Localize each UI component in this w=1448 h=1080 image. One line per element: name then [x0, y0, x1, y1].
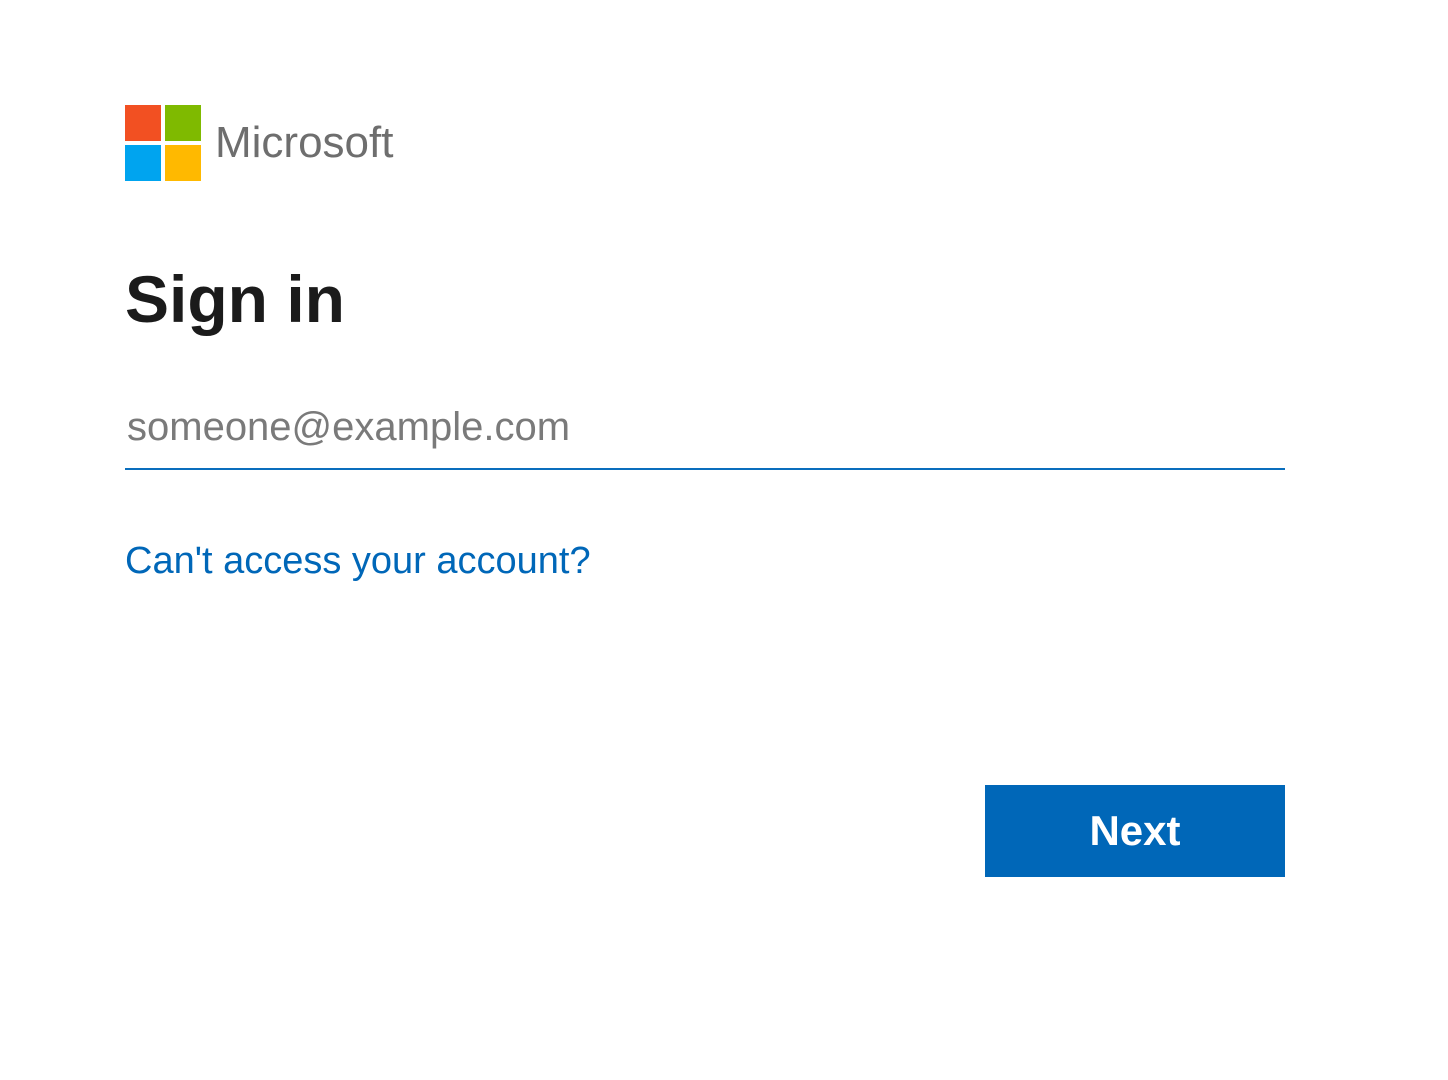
- microsoft-logo-icon: [125, 105, 201, 181]
- cant-access-account-link[interactable]: Can't access your account?: [125, 540, 591, 583]
- signin-panel: Microsoft Sign in Can't access your acco…: [125, 105, 1285, 583]
- next-button[interactable]: Next: [985, 785, 1285, 877]
- email-input[interactable]: [125, 397, 1285, 470]
- brand-row: Microsoft: [125, 105, 1285, 181]
- brand-name: Microsoft: [215, 118, 393, 168]
- signin-heading: Sign in: [125, 261, 1285, 337]
